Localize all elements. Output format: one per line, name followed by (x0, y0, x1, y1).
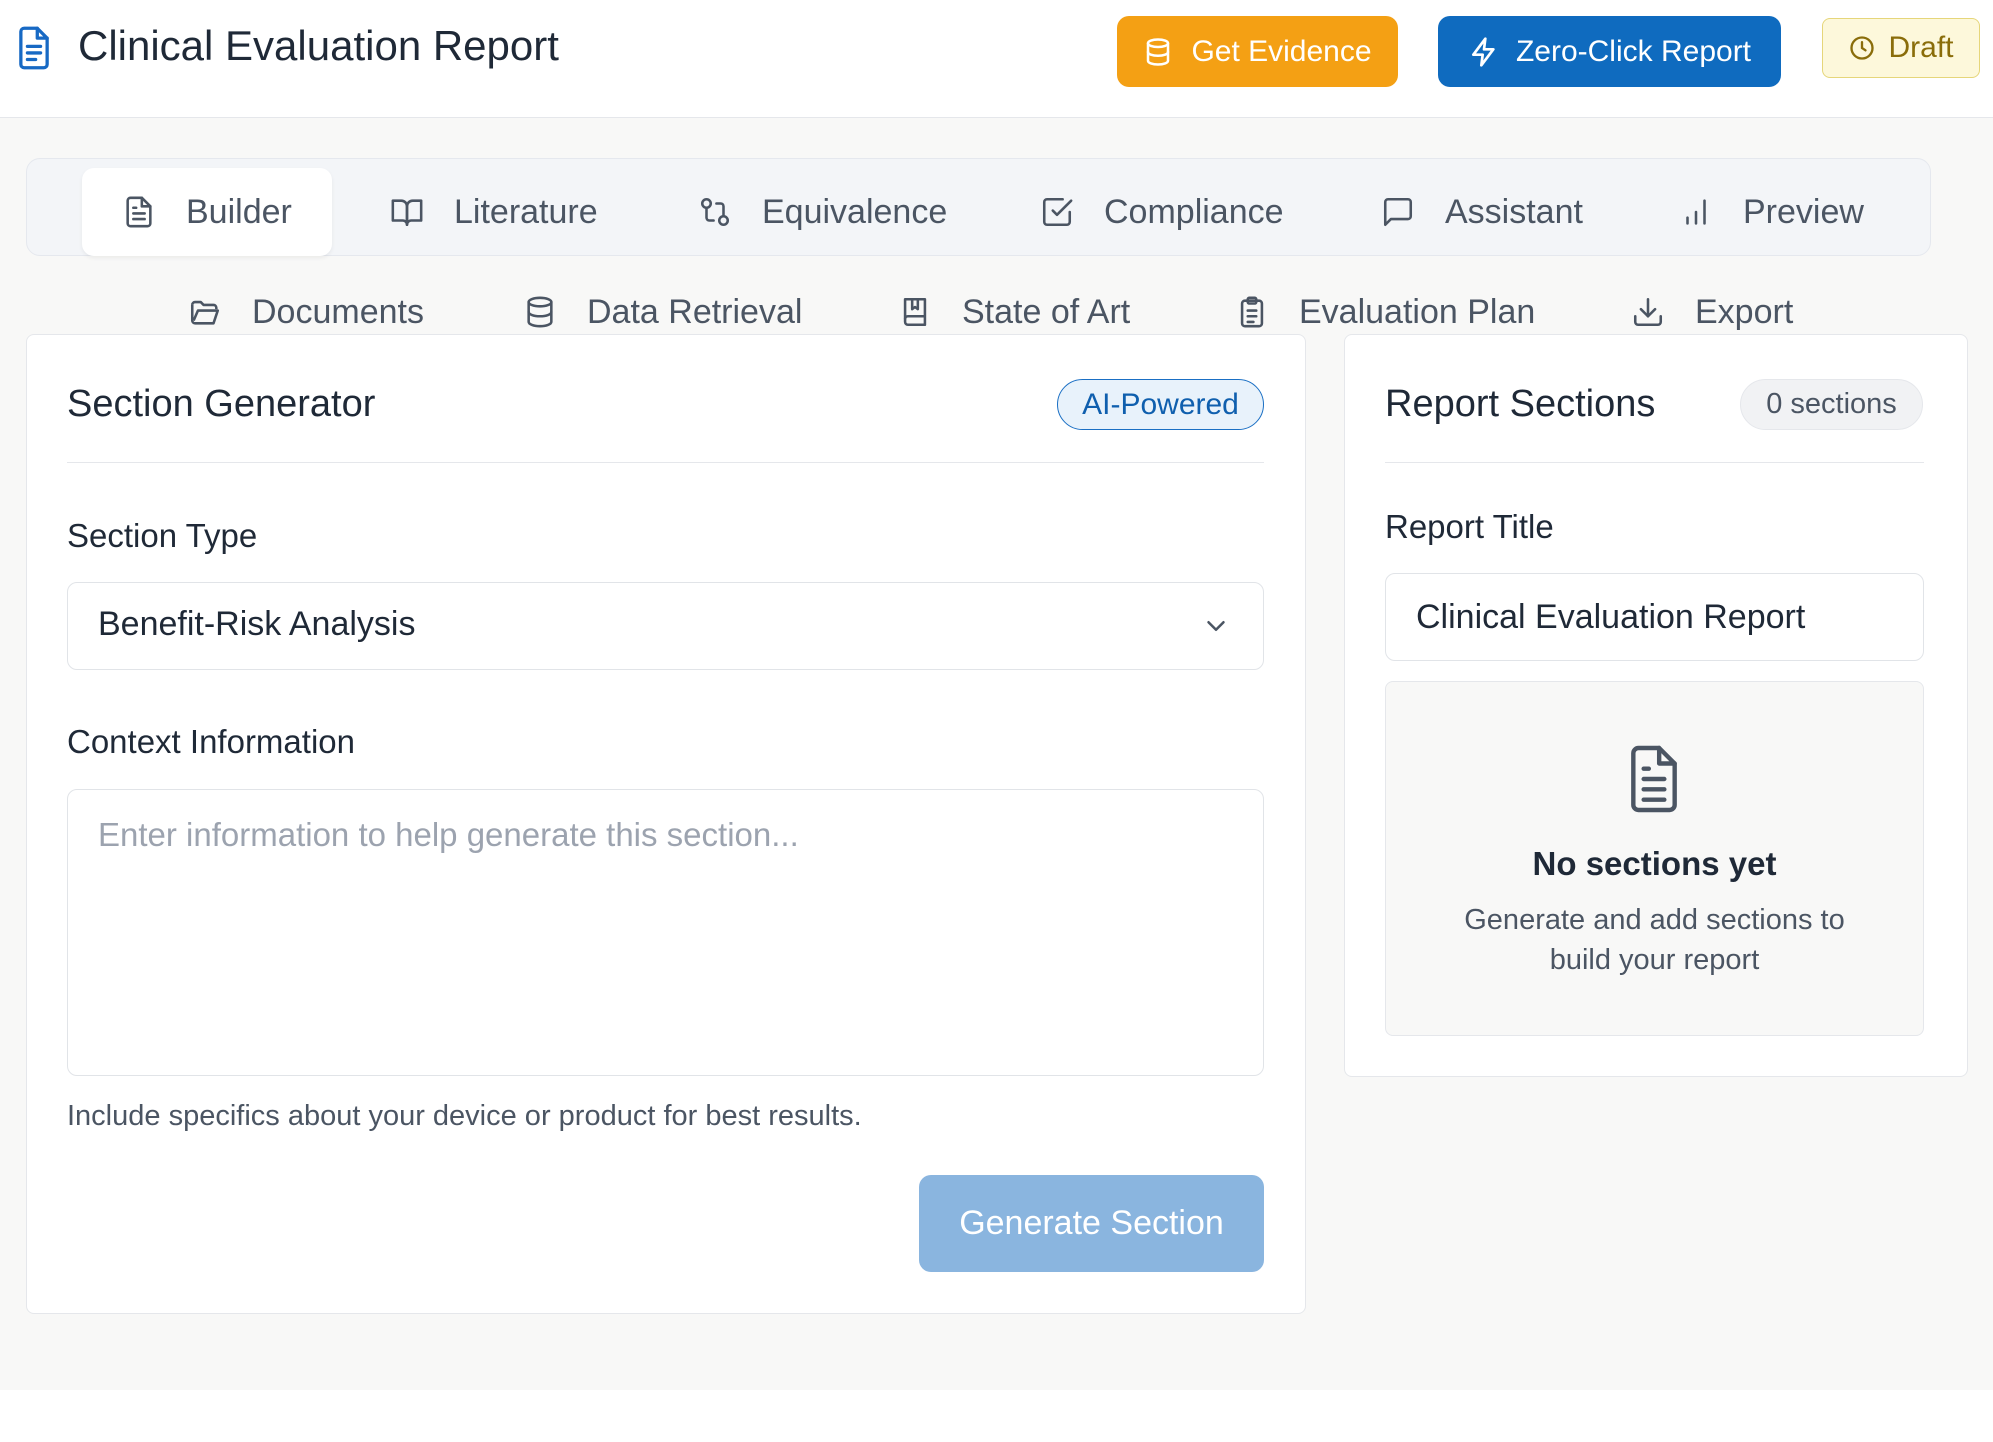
database-icon (1143, 36, 1173, 68)
clipboard-list-icon (1235, 295, 1269, 329)
page-title: Clinical Evaluation Report (78, 22, 559, 69)
check-square-icon (1040, 195, 1074, 229)
file-text-icon (14, 25, 54, 71)
context-hint: Include specifics about your device or p… (67, 1100, 862, 1132)
chevron-down-icon (1201, 611, 1231, 641)
section-type-select[interactable]: Benefit-Risk Analysis (67, 582, 1264, 670)
git-compare-icon (698, 195, 732, 229)
get-evidence-label: Get Evidence (1191, 34, 1372, 68)
divider (67, 462, 1264, 463)
book-open-icon (390, 195, 424, 229)
tab-documents[interactable]: Documents (188, 284, 424, 340)
generate-section-button[interactable]: Generate Section (919, 1175, 1264, 1272)
empty-state-description: Generate and add sections to build your … (1464, 904, 1845, 976)
tab-label: Export (1695, 292, 1794, 331)
clock-icon (1848, 34, 1876, 62)
tab-literature[interactable]: Literature (390, 168, 598, 256)
tab-builder[interactable]: Builder (82, 168, 332, 256)
database-icon (523, 295, 557, 329)
tab-export[interactable]: Export (1631, 284, 1793, 340)
tab-label: Builder (186, 192, 292, 231)
tab-label: Compliance (1104, 192, 1284, 231)
app-header: Clinical Evaluation Report Get Evidence … (0, 0, 1993, 118)
tab-label: Literature (454, 192, 598, 231)
tab-evaluation-plan[interactable]: Evaluation Plan (1235, 284, 1535, 340)
section-type-label: Section Type (67, 517, 258, 554)
file-text-icon (122, 195, 156, 229)
section-type-value: Benefit-Risk Analysis (98, 605, 416, 643)
bookmark-book-icon (898, 295, 932, 329)
section-generator-title: Section Generator (67, 383, 376, 425)
tab-label: Preview (1743, 192, 1864, 231)
context-information-textarea[interactable] (67, 789, 1264, 1076)
report-title-input[interactable] (1385, 573, 1924, 661)
bar-chart-icon (1679, 195, 1713, 229)
tab-assistant[interactable]: Assistant (1381, 168, 1583, 256)
empty-state-title: No sections yet (1532, 845, 1777, 882)
tab-label: Assistant (1445, 192, 1583, 231)
tab-label: Data Retrieval (587, 292, 803, 331)
zap-icon (1468, 36, 1500, 68)
download-icon (1631, 295, 1665, 329)
folder-open-icon (188, 295, 222, 329)
tab-state-of-art[interactable]: State of Art (898, 284, 1130, 340)
tab-label: Evaluation Plan (1299, 292, 1536, 331)
tab-label: State of Art (962, 292, 1131, 331)
file-text-icon (1623, 742, 1685, 816)
tab-data-retrieval[interactable]: Data Retrieval (523, 284, 802, 340)
tab-compliance[interactable]: Compliance (1040, 168, 1284, 256)
zero-click-report-button[interactable]: Zero-Click Report (1438, 16, 1781, 87)
tab-preview[interactable]: Preview (1679, 168, 1864, 256)
message-square-icon (1381, 195, 1415, 229)
status-badge: Draft (1822, 18, 1980, 78)
get-evidence-button[interactable]: Get Evidence (1117, 16, 1398, 87)
tab-equivalence[interactable]: Equivalence (698, 168, 947, 256)
tab-label: Documents (252, 292, 424, 331)
ai-powered-badge: AI-Powered (1057, 379, 1264, 430)
sections-count-badge: 0 sections (1740, 379, 1923, 430)
context-information-label: Context Information (67, 723, 355, 760)
report-sections-title: Report Sections (1385, 383, 1656, 425)
divider (1385, 462, 1924, 463)
zero-click-label: Zero-Click Report (1515, 34, 1752, 68)
tab-label: Equivalence (762, 192, 948, 231)
status-label: Draft (1888, 31, 1954, 64)
report-title-label: Report Title (1385, 508, 1554, 545)
